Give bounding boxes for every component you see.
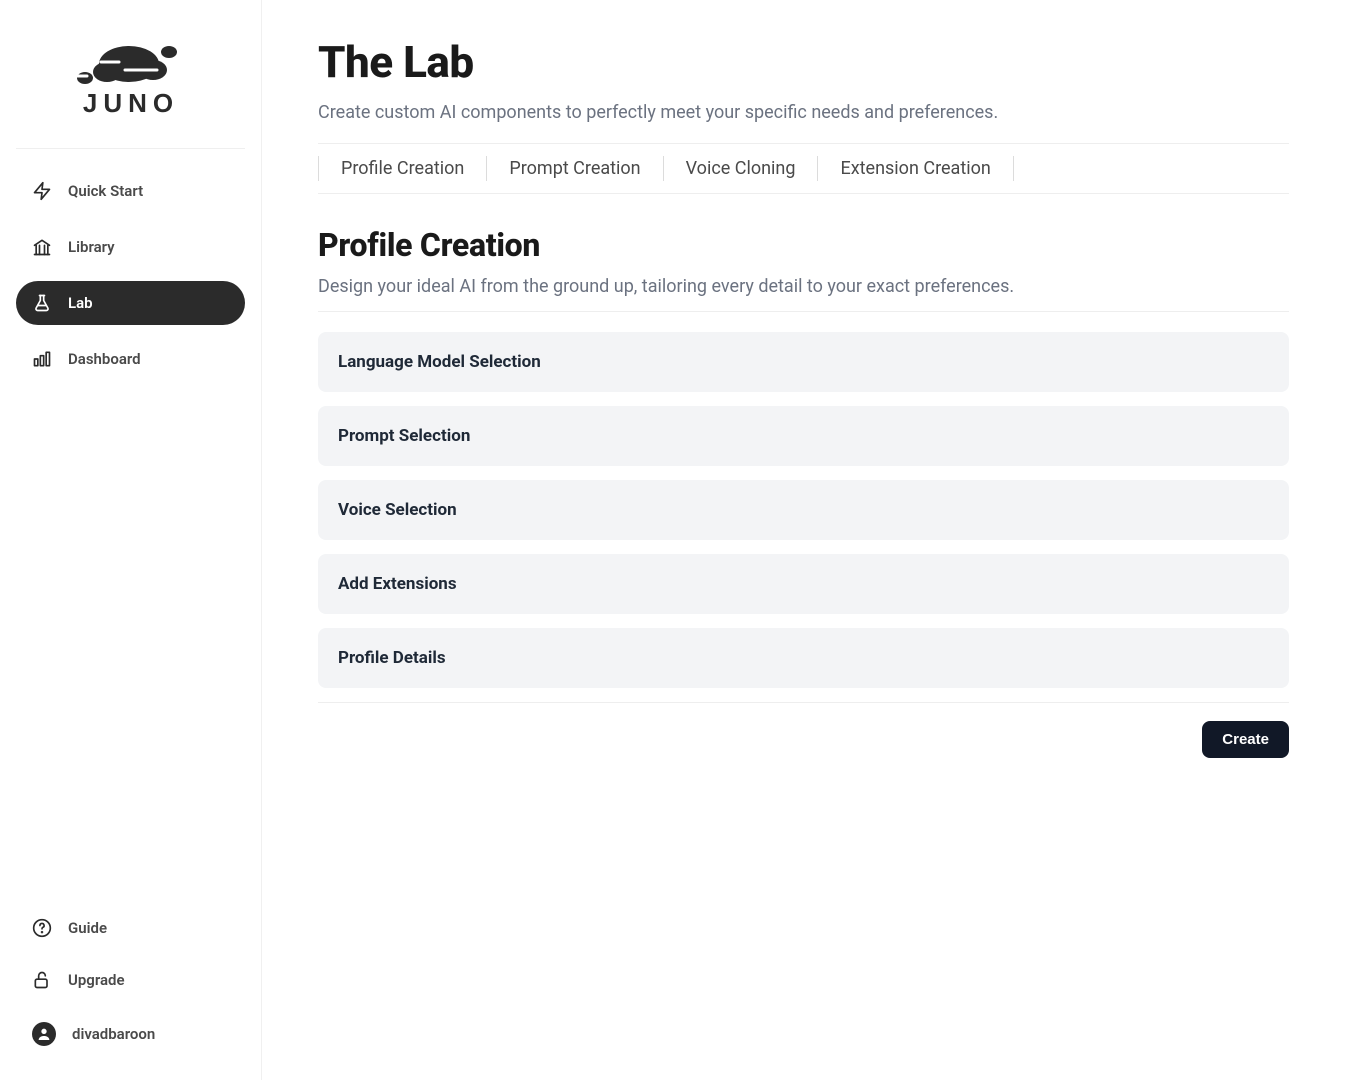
unlock-icon <box>32 970 52 990</box>
panel-label: Add Extensions <box>338 574 457 594</box>
panel-prompt-selection[interactable]: Prompt Selection <box>318 406 1289 466</box>
sidebar-item-quickstart[interactable]: Quick Start <box>16 169 245 213</box>
panel-label: Voice Selection <box>338 500 457 520</box>
brand-logo[interactable]: JUNO <box>16 16 245 149</box>
sidebar-item-lab[interactable]: Lab <box>16 281 245 325</box>
sidebar-item-dashboard[interactable]: Dashboard <box>16 337 245 381</box>
panel-profile-details[interactable]: Profile Details <box>318 628 1289 688</box>
sidebar-item-label: Dashboard <box>68 352 141 367</box>
panel-language-model-selection[interactable]: Language Model Selection <box>318 332 1289 392</box>
panel-label: Profile Details <box>338 648 446 668</box>
bars-icon <box>32 349 52 369</box>
page-subtitle: Create custom AI components to perfectly… <box>318 102 1289 123</box>
panel-add-extensions[interactable]: Add Extensions <box>318 554 1289 614</box>
divider <box>318 311 1289 312</box>
tab-prompt-creation[interactable]: Prompt Creation <box>486 156 662 181</box>
username-label: divadbaroon <box>72 1025 155 1043</box>
panel-voice-selection[interactable]: Voice Selection <box>318 480 1289 540</box>
sidebar-item-upgrade[interactable]: Upgrade <box>16 960 245 1000</box>
brand-name: JUNO <box>82 88 178 118</box>
sidebar-item-library[interactable]: Library <box>16 225 245 269</box>
lightning-icon <box>32 181 52 201</box>
sidebar-item-guide[interactable]: Guide <box>16 908 245 948</box>
avatar-icon <box>32 1022 56 1046</box>
page-title: The Lab <box>318 36 1289 88</box>
sidebar-user[interactable]: divadbaroon <box>16 1012 245 1056</box>
panel-label: Prompt Selection <box>338 426 470 446</box>
tab-profile-creation[interactable]: Profile Creation <box>318 156 486 181</box>
tab-voice-cloning[interactable]: Voice Cloning <box>663 156 818 181</box>
section-subtitle: Design your ideal AI from the ground up,… <box>318 276 1289 297</box>
sidebar-item-label: Lab <box>68 296 93 311</box>
sidebar-item-label: Guide <box>68 919 107 937</box>
sidebar-item-label: Quick Start <box>68 184 143 199</box>
panel-label: Language Model Selection <box>338 352 541 372</box>
sidebar-item-label: Library <box>68 240 115 255</box>
library-icon <box>32 237 52 257</box>
section-title: Profile Creation <box>318 226 1289 264</box>
tabs: Profile Creation Prompt Creation Voice C… <box>318 144 1289 194</box>
sidebar-item-label: Upgrade <box>68 971 125 989</box>
create-button[interactable]: Create <box>1202 721 1289 758</box>
help-icon <box>32 918 52 938</box>
tab-extension-creation[interactable]: Extension Creation <box>817 156 1013 181</box>
flask-icon <box>32 293 52 313</box>
